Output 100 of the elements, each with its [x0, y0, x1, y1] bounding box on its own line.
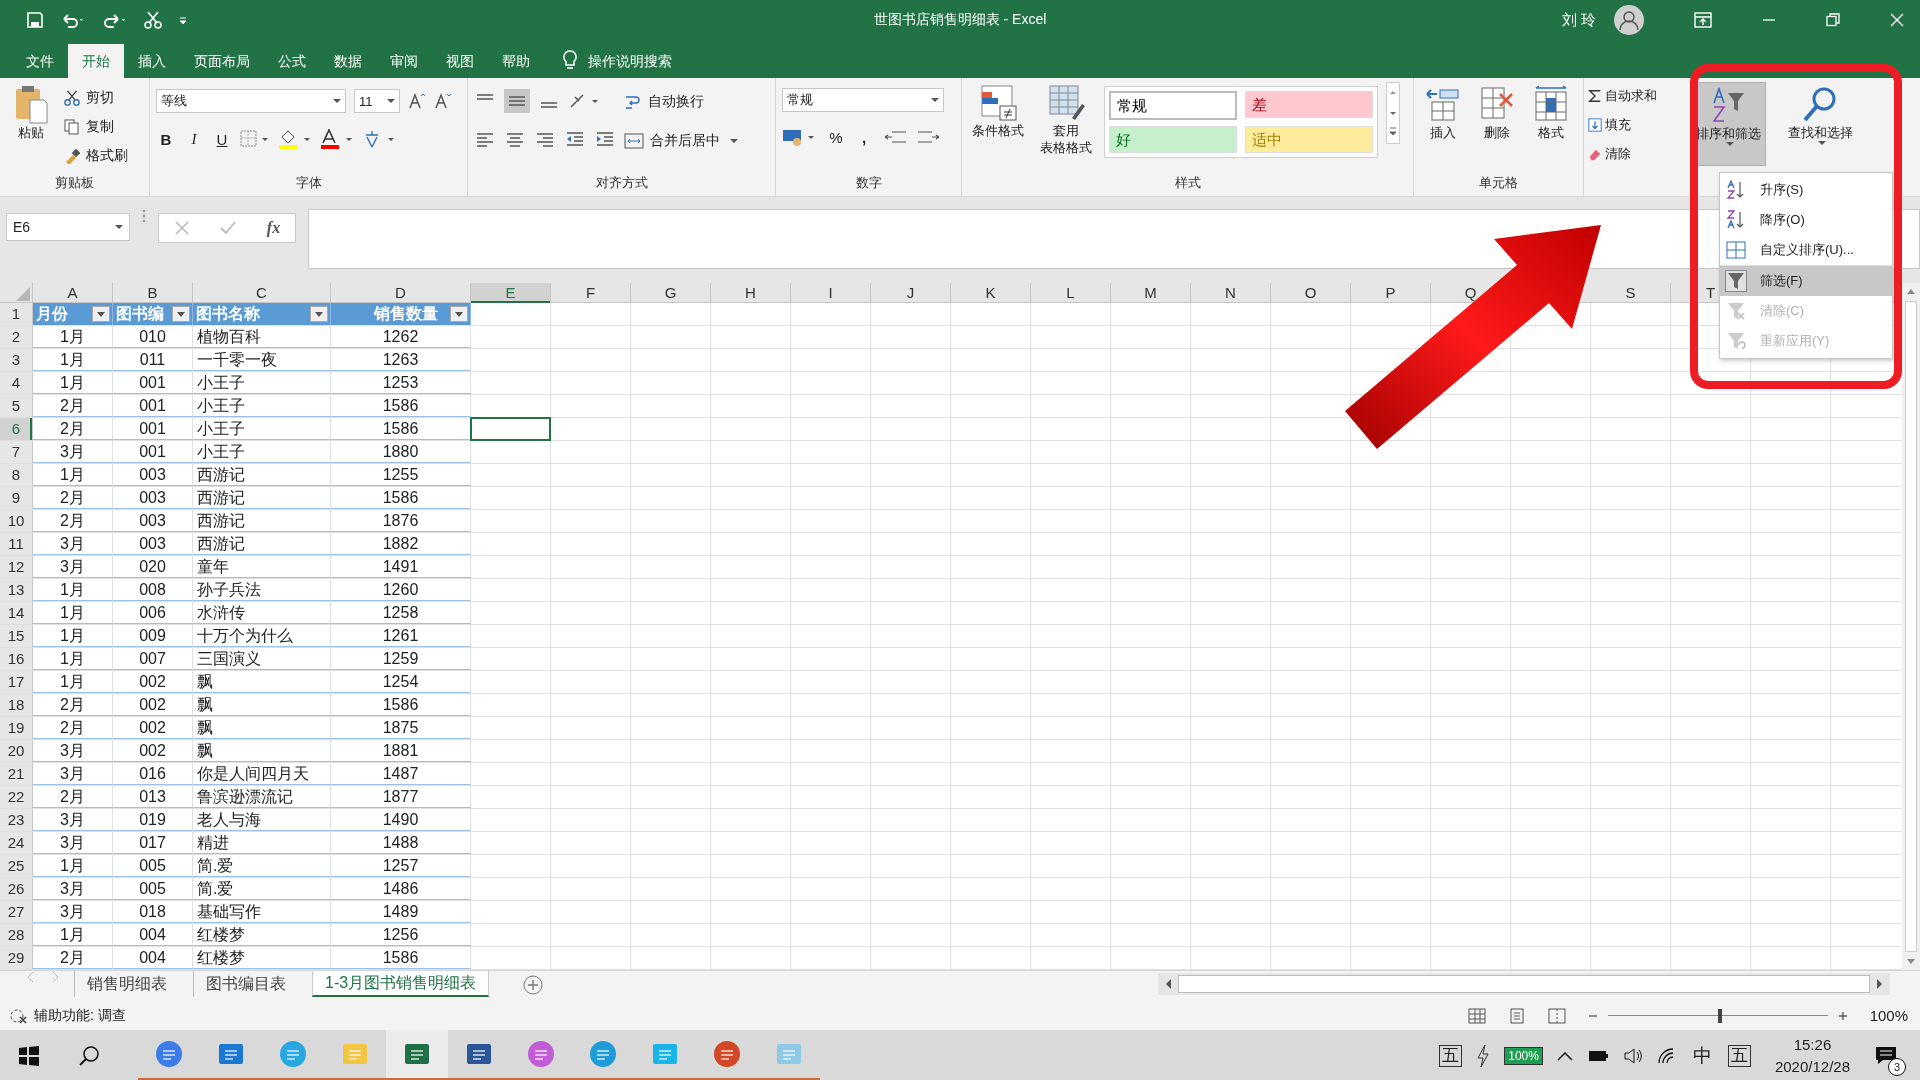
- format-cells-button[interactable]: 格式: [1528, 82, 1574, 143]
- row-number[interactable]: 19: [0, 717, 33, 739]
- ime-indicator[interactable]: 五: [1439, 1044, 1463, 1067]
- page-layout-icon[interactable]: [1507, 1007, 1526, 1024]
- font-size-field[interactable]: 11: [354, 89, 400, 113]
- row-number[interactable]: 22: [0, 786, 33, 808]
- row-number[interactable]: 18: [0, 694, 33, 716]
- wrap-text-button[interactable]: 自动换行: [624, 88, 738, 115]
- column-letter[interactable]: F: [585, 284, 596, 301]
- row-number[interactable]: 25: [0, 855, 33, 877]
- row-number[interactable]: 10: [0, 510, 33, 532]
- zoom-in-icon[interactable]: [1837, 1010, 1848, 1021]
- search-icon[interactable]: [78, 1044, 100, 1067]
- sheet-tab[interactable]: 销售明细表: [74, 971, 179, 997]
- ime-mode-indicator[interactable]: 五: [1727, 1044, 1751, 1067]
- row-number[interactable]: 11: [0, 533, 33, 555]
- language-indicator[interactable]: 中: [1690, 1045, 1714, 1066]
- cell-style-option[interactable]: 差: [1245, 91, 1373, 118]
- row-number[interactable]: 4: [0, 372, 33, 394]
- row-number[interactable]: 3: [0, 349, 33, 371]
- find-select-button[interactable]: 查找和选择: [1782, 82, 1858, 166]
- customize-icon[interactable]: [178, 15, 188, 25]
- row-number[interactable]: 5: [0, 395, 33, 417]
- ribbon-display-icon[interactable]: [1694, 12, 1712, 28]
- row-number[interactable]: 16: [0, 648, 33, 670]
- row-number[interactable]: 26: [0, 878, 33, 900]
- fill-button[interactable]: 填充: [1588, 113, 1674, 137]
- scroll-up-icon[interactable]: [1906, 287, 1916, 295]
- font-color-icon[interactable]: [320, 129, 354, 149]
- row-number[interactable]: 9: [0, 487, 33, 509]
- selected-cell[interactable]: [470, 417, 551, 441]
- row-number[interactable]: 20: [0, 740, 33, 762]
- column-letter[interactable]: T: [1705, 284, 1716, 301]
- shrink-font-icon[interactable]: [434, 92, 452, 110]
- filter-button[interactable]: [310, 306, 328, 322]
- insert-cells-button[interactable]: 插入: [1420, 82, 1466, 143]
- insert-function-button[interactable]: fx: [266, 219, 281, 237]
- page-break-icon[interactable]: [1547, 1007, 1566, 1024]
- filter-button[interactable]: [172, 306, 190, 322]
- row-number[interactable]: 14: [0, 602, 33, 624]
- row-number[interactable]: 28: [0, 924, 33, 946]
- row-number[interactable]: 6: [0, 418, 33, 440]
- sheet-tab[interactable]: 1-3月图书销售明细表: [312, 971, 490, 997]
- column-letter[interactable]: D: [395, 284, 406, 301]
- bold-button[interactable]: B: [156, 130, 176, 148]
- underline-button[interactable]: U: [212, 130, 232, 148]
- row-number[interactable]: 23: [0, 809, 33, 831]
- paste-button[interactable]: 粘贴: [6, 82, 56, 143]
- ribbon-tab[interactable]: 帮助: [488, 44, 544, 78]
- cell-style-option[interactable]: 常规: [1109, 91, 1237, 120]
- row-number[interactable]: 29: [0, 947, 33, 969]
- column-letter[interactable]: A: [67, 284, 78, 301]
- accessibility-status[interactable]: 辅助功能: 调查: [34, 1006, 126, 1025]
- menu-item[interactable]: 升序(S): [1720, 175, 1892, 205]
- column-letter[interactable]: E: [505, 284, 516, 301]
- speaker-icon[interactable]: [1622, 1047, 1643, 1064]
- sheet-tab[interactable]: 图书编目表: [193, 971, 298, 997]
- column-letter[interactable]: H: [745, 284, 756, 301]
- cut-button[interactable]: 剪切: [64, 84, 128, 111]
- format-painter-button[interactable]: 格式刷: [64, 142, 128, 169]
- ribbon-tab[interactable]: 公式: [264, 44, 320, 78]
- cell-style-option[interactable]: 好: [1109, 126, 1237, 153]
- menu-item[interactable]: 筛选(F): [1720, 266, 1892, 296]
- normal-view-icon[interactable]: [1467, 1007, 1486, 1024]
- menu-item[interactable]: 降序(O): [1720, 205, 1892, 235]
- row-number[interactable]: 21: [0, 763, 33, 785]
- grow-font-icon[interactable]: [408, 92, 426, 110]
- border-icon[interactable]: [240, 130, 270, 148]
- zoom-slider-thumb[interactable]: [1717, 1008, 1722, 1023]
- vertical-scrollbar[interactable]: [1902, 283, 1920, 970]
- column-letter[interactable]: N: [1225, 284, 1236, 301]
- restore-icon[interactable]: [1826, 13, 1840, 27]
- filter-button[interactable]: [92, 306, 110, 322]
- row-number[interactable]: 8: [0, 464, 33, 486]
- column-letter[interactable]: M: [1144, 284, 1157, 301]
- conditional-format-button[interactable]: 条件格式: [968, 82, 1028, 141]
- redo-icon[interactable]: [102, 11, 128, 29]
- add-sheet-icon[interactable]: [523, 975, 544, 995]
- taskbar-button[interactable]: [386, 1030, 448, 1080]
- column-letter[interactable]: B: [147, 284, 158, 301]
- start-icon[interactable]: [18, 1044, 40, 1067]
- number-format-field[interactable]: 常规: [782, 88, 944, 112]
- percent-button[interactable]: %: [826, 128, 846, 146]
- autosum-button[interactable]: 自动求和: [1588, 84, 1674, 108]
- column-letter[interactable]: J: [906, 284, 915, 301]
- decrease-indent-icon[interactable]: [564, 129, 586, 149]
- row-number[interactable]: 12: [0, 556, 33, 578]
- clock[interactable]: 15:26 2020/12/28: [1774, 1033, 1850, 1078]
- horizontal-scrollbar[interactable]: [1158, 973, 1890, 995]
- ribbon-tab[interactable]: 文件: [12, 44, 68, 78]
- copy-button[interactable]: 复制: [64, 113, 128, 140]
- middle-align-icon[interactable]: [504, 89, 530, 113]
- ribbon-tab[interactable]: 审阅: [376, 44, 432, 78]
- row-number[interactable]: 2: [0, 326, 33, 348]
- column-letter[interactable]: K: [985, 284, 996, 301]
- zoom-level[interactable]: 100%: [1869, 1007, 1908, 1024]
- name-box[interactable]: E6: [6, 213, 130, 241]
- tell-me-search[interactable]: 操作说明搜索: [588, 44, 672, 78]
- row-number[interactable]: 1: [0, 303, 33, 325]
- fill-color-icon[interactable]: [278, 129, 312, 149]
